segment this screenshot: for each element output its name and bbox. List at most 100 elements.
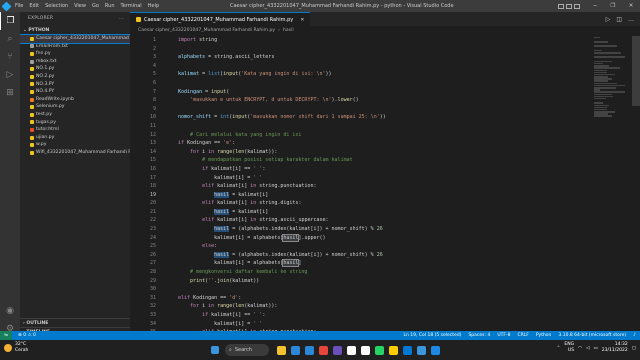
code-line[interactable]: 7 Kodingan = input( [130, 88, 640, 97]
toggle-secondary-sidebar-icon[interactable] [574, 3, 580, 9]
editor-tab[interactable]: Caesar cipher_4332201047_Muhammad Farhan… [130, 12, 311, 26]
code-line[interactable]: 24 kalimat[i] = alphabets[hasil].upper() [130, 233, 640, 243]
wifi-icon[interactable]: ◠ [578, 346, 582, 351]
code-line[interactable]: 8 'masukkan e untuk ENCRYPT, d untuk DEC… [130, 96, 640, 105]
file-item[interactable]: Caesar cipher_4332201047_Muhammad Farhan… [20, 34, 130, 44]
toggle-panel-icon[interactable] [566, 3, 572, 9]
weather-widget[interactable]: 32°C Cerah [4, 342, 28, 354]
taskbar-search[interactable]: ⌕ Search [225, 344, 269, 356]
file-item[interactable]: NO.4.PY [20, 88, 130, 96]
code-line[interactable]: 16 if kalimat[i] == ' ': [130, 165, 640, 174]
file-item[interactable]: EmailFrom.txt [20, 43, 130, 51]
file-item[interactable]: Wifi_4332201047_Muhammad Farhandi Rahim.… [20, 149, 130, 157]
code-line[interactable]: 19 hasil = kalimat[i] [130, 191, 640, 200]
code-line[interactable]: 20 elif kalimat[i] in string.digits: [130, 199, 640, 208]
code-line[interactable]: 5 kalimat = list(input('Kata yang ingin d… [130, 70, 640, 79]
taskbar-app-icon[interactable] [372, 343, 386, 357]
tray-overflow-icon[interactable]: ⌃ [557, 346, 561, 351]
close-tab-icon[interactable]: ✕ [300, 17, 304, 23]
menu-view[interactable]: View [71, 0, 89, 12]
file-item[interactable]: fnn.py [20, 50, 130, 58]
run-debug-icon[interactable]: ▷ [0, 66, 20, 84]
file-item[interactable]: ReadWrite.ipynb [20, 96, 130, 104]
code-line[interactable]: 25 else: [130, 242, 640, 251]
code-line[interactable]: 27 kalimat[i] = alphabets[hasil] [130, 259, 640, 268]
remote-indicator-icon[interactable]: ⇋ [0, 331, 12, 340]
taskbar-app-icon[interactable] [316, 343, 330, 357]
code-line[interactable]: 9 [130, 105, 640, 114]
menu-selection[interactable]: Selection [42, 0, 71, 12]
file-item[interactable]: tugas.py [20, 119, 130, 127]
language-mode[interactable]: Python [536, 333, 552, 338]
account-icon[interactable]: ◉ [0, 302, 20, 320]
code-line[interactable]: 33 if kalimat[i] == ' ': [130, 311, 640, 320]
more-actions-icon[interactable]: ... [119, 12, 124, 26]
split-editor-icon[interactable]: ◫ [616, 16, 622, 23]
code-line[interactable]: 34 kalimat[i] = ' ' [130, 320, 640, 329]
close-button[interactable]: ✕ [622, 0, 640, 12]
more-editor-actions-icon[interactable]: … [628, 16, 634, 23]
python-interpreter[interactable]: 3.10.8 64-bit (microsoft store) [558, 333, 626, 338]
menu-run[interactable]: Run [102, 0, 118, 12]
code-line[interactable]: 11 [130, 122, 640, 131]
file-item[interactable]: Selenium.py [20, 103, 130, 111]
folder-section-python[interactable]: ⌄ PYTHON [20, 26, 130, 35]
language-indicator[interactable]: ENG US [564, 342, 574, 354]
code-line[interactable]: 23 hasil = (alphabets.index(kalimat[i]) … [130, 225, 640, 234]
file-item[interactable]: NO.3.PY [20, 81, 130, 89]
code-line[interactable]: 32 for i in range(len(kalimat)): [130, 302, 640, 311]
code-line[interactable]: 22 elif kalimat[i] in string.ascii_upper… [130, 216, 640, 225]
notifications-bell-icon[interactable]: ♪ [633, 333, 636, 338]
end-of-line[interactable]: CRLF [517, 333, 528, 338]
indentation[interactable]: Spaces: 4 [468, 333, 490, 338]
code-line[interactable]: 14 for i in range(len(kalimat)): [130, 148, 640, 157]
menu-go[interactable]: Go [89, 0, 102, 12]
minimap[interactable] [594, 36, 630, 326]
extensions-icon[interactable]: ⊞ [0, 84, 20, 102]
file-item[interactable]: mbox.txt [20, 58, 130, 66]
run-python-icon[interactable]: ▷ [606, 16, 611, 23]
menu-terminal[interactable]: Terminal [118, 0, 145, 12]
taskbar-app-icon[interactable] [330, 343, 344, 357]
code-line[interactable]: 29 print(''.join(kalimat)) [130, 277, 640, 286]
file-item[interactable]: w.py [20, 141, 130, 149]
taskbar-app-icon[interactable] [274, 343, 288, 357]
file-item[interactable]: test.py [20, 111, 130, 119]
code-line[interactable]: 13 if Kodingan == 'e': [130, 139, 640, 148]
code-line[interactable]: 4 [130, 62, 640, 71]
code-line[interactable]: 12 # Cari melalui kata yang ingin di isi [130, 131, 640, 140]
taskbar-app-icon[interactable] [288, 343, 302, 357]
code-line[interactable]: 26 hasil = (alphabets.index(kalimat[i]) … [130, 251, 640, 260]
code-line[interactable]: 21 hasil = kalimat[i] [130, 208, 640, 217]
explorer-icon[interactable]: ❐ [0, 12, 20, 30]
file-item[interactable]: NO.1.py [20, 65, 130, 73]
taskbar-app-icon[interactable] [400, 343, 414, 357]
menu-edit[interactable]: Edit [26, 0, 42, 12]
code-editor[interactable]: 1 import string 2 3 alphabets = string.ascii… [130, 36, 640, 354]
code-line[interactable]: 15 # mendapatkan posisi setiap karakter … [130, 156, 640, 165]
search-icon[interactable]: ⌕ [0, 30, 20, 48]
file-item[interactable]: NO.2.py [20, 73, 130, 81]
problems-indicator[interactable]: ⊗ 0 ⚠ 0 [18, 333, 36, 338]
code-line[interactable]: 2 [130, 45, 640, 54]
taskbar-app-icon[interactable] [344, 343, 358, 357]
notification-icon[interactable]: ▢ [632, 346, 636, 351]
code-line[interactable]: 17 kalimat[i] = ' ' [130, 174, 640, 183]
volume-icon[interactable]: ◁ [586, 346, 589, 351]
code-line[interactable]: 6 [130, 79, 640, 88]
minimize-button[interactable]: ─ [586, 0, 604, 12]
maximize-button[interactable]: ❐ [604, 0, 622, 12]
source-control-icon[interactable]: ⑂ [0, 48, 20, 66]
code-line[interactable]: 10 nomor_shift = int(input('masukkan nomo… [130, 113, 640, 122]
clock[interactable]: 14:32 23/11/2022 [602, 342, 628, 354]
menu-help[interactable]: Help [145, 0, 162, 12]
taskbar-app-icon[interactable] [358, 343, 372, 357]
outline-section[interactable]: › OUTLINE [20, 318, 130, 327]
editor-scrollbar-thumb[interactable] [632, 36, 640, 106]
taskbar-app-icon[interactable] [414, 343, 428, 357]
breadcrumb-symbol[interactable]: hasil [283, 26, 294, 36]
code-line[interactable]: 30 [130, 285, 640, 294]
taskbar-app-icon[interactable] [428, 343, 442, 357]
menu-file[interactable]: File [12, 0, 26, 12]
code-line[interactable]: 18 elif kalimat[i] in string.punctuation… [130, 182, 640, 191]
